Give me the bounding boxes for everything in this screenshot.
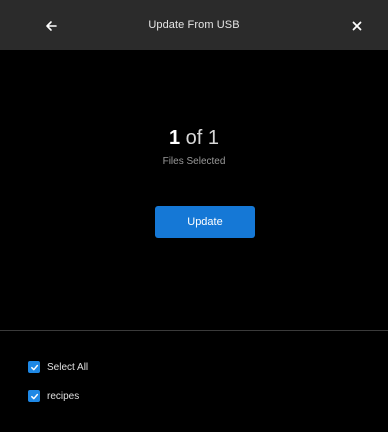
close-icon	[352, 21, 362, 31]
checkmark-icon	[30, 364, 38, 370]
selected-count-number: 1	[168, 127, 181, 149]
back-button[interactable]	[38, 13, 64, 39]
header-bar: Update From USB	[0, 0, 388, 50]
update-from-usb-screen: Update From USB 1 of 1 Files Selected Up…	[0, 0, 388, 432]
recipes-label: recipes	[47, 390, 80, 402]
arrow-left-icon	[46, 21, 57, 31]
list-item[interactable]: recipes	[28, 388, 79, 404]
file-list: Select All recipes	[0, 331, 388, 432]
page-title: Update From USB	[148, 19, 240, 31]
close-button[interactable]	[344, 13, 370, 39]
recipes-checkbox[interactable]	[28, 390, 40, 402]
selected-count-total: of 1	[185, 127, 220, 149]
selection-count: 1 of 1	[0, 126, 388, 150]
select-all-checkbox[interactable]	[28, 361, 40, 373]
checkmark-icon	[30, 393, 38, 399]
select-all-item[interactable]: Select All	[28, 359, 88, 375]
files-selected-label: Files Selected	[162, 156, 226, 167]
main-panel: 1 of 1 Files Selected Update	[0, 50, 388, 330]
select-all-label: Select All	[47, 361, 89, 373]
update-button[interactable]: Update	[155, 206, 255, 238]
